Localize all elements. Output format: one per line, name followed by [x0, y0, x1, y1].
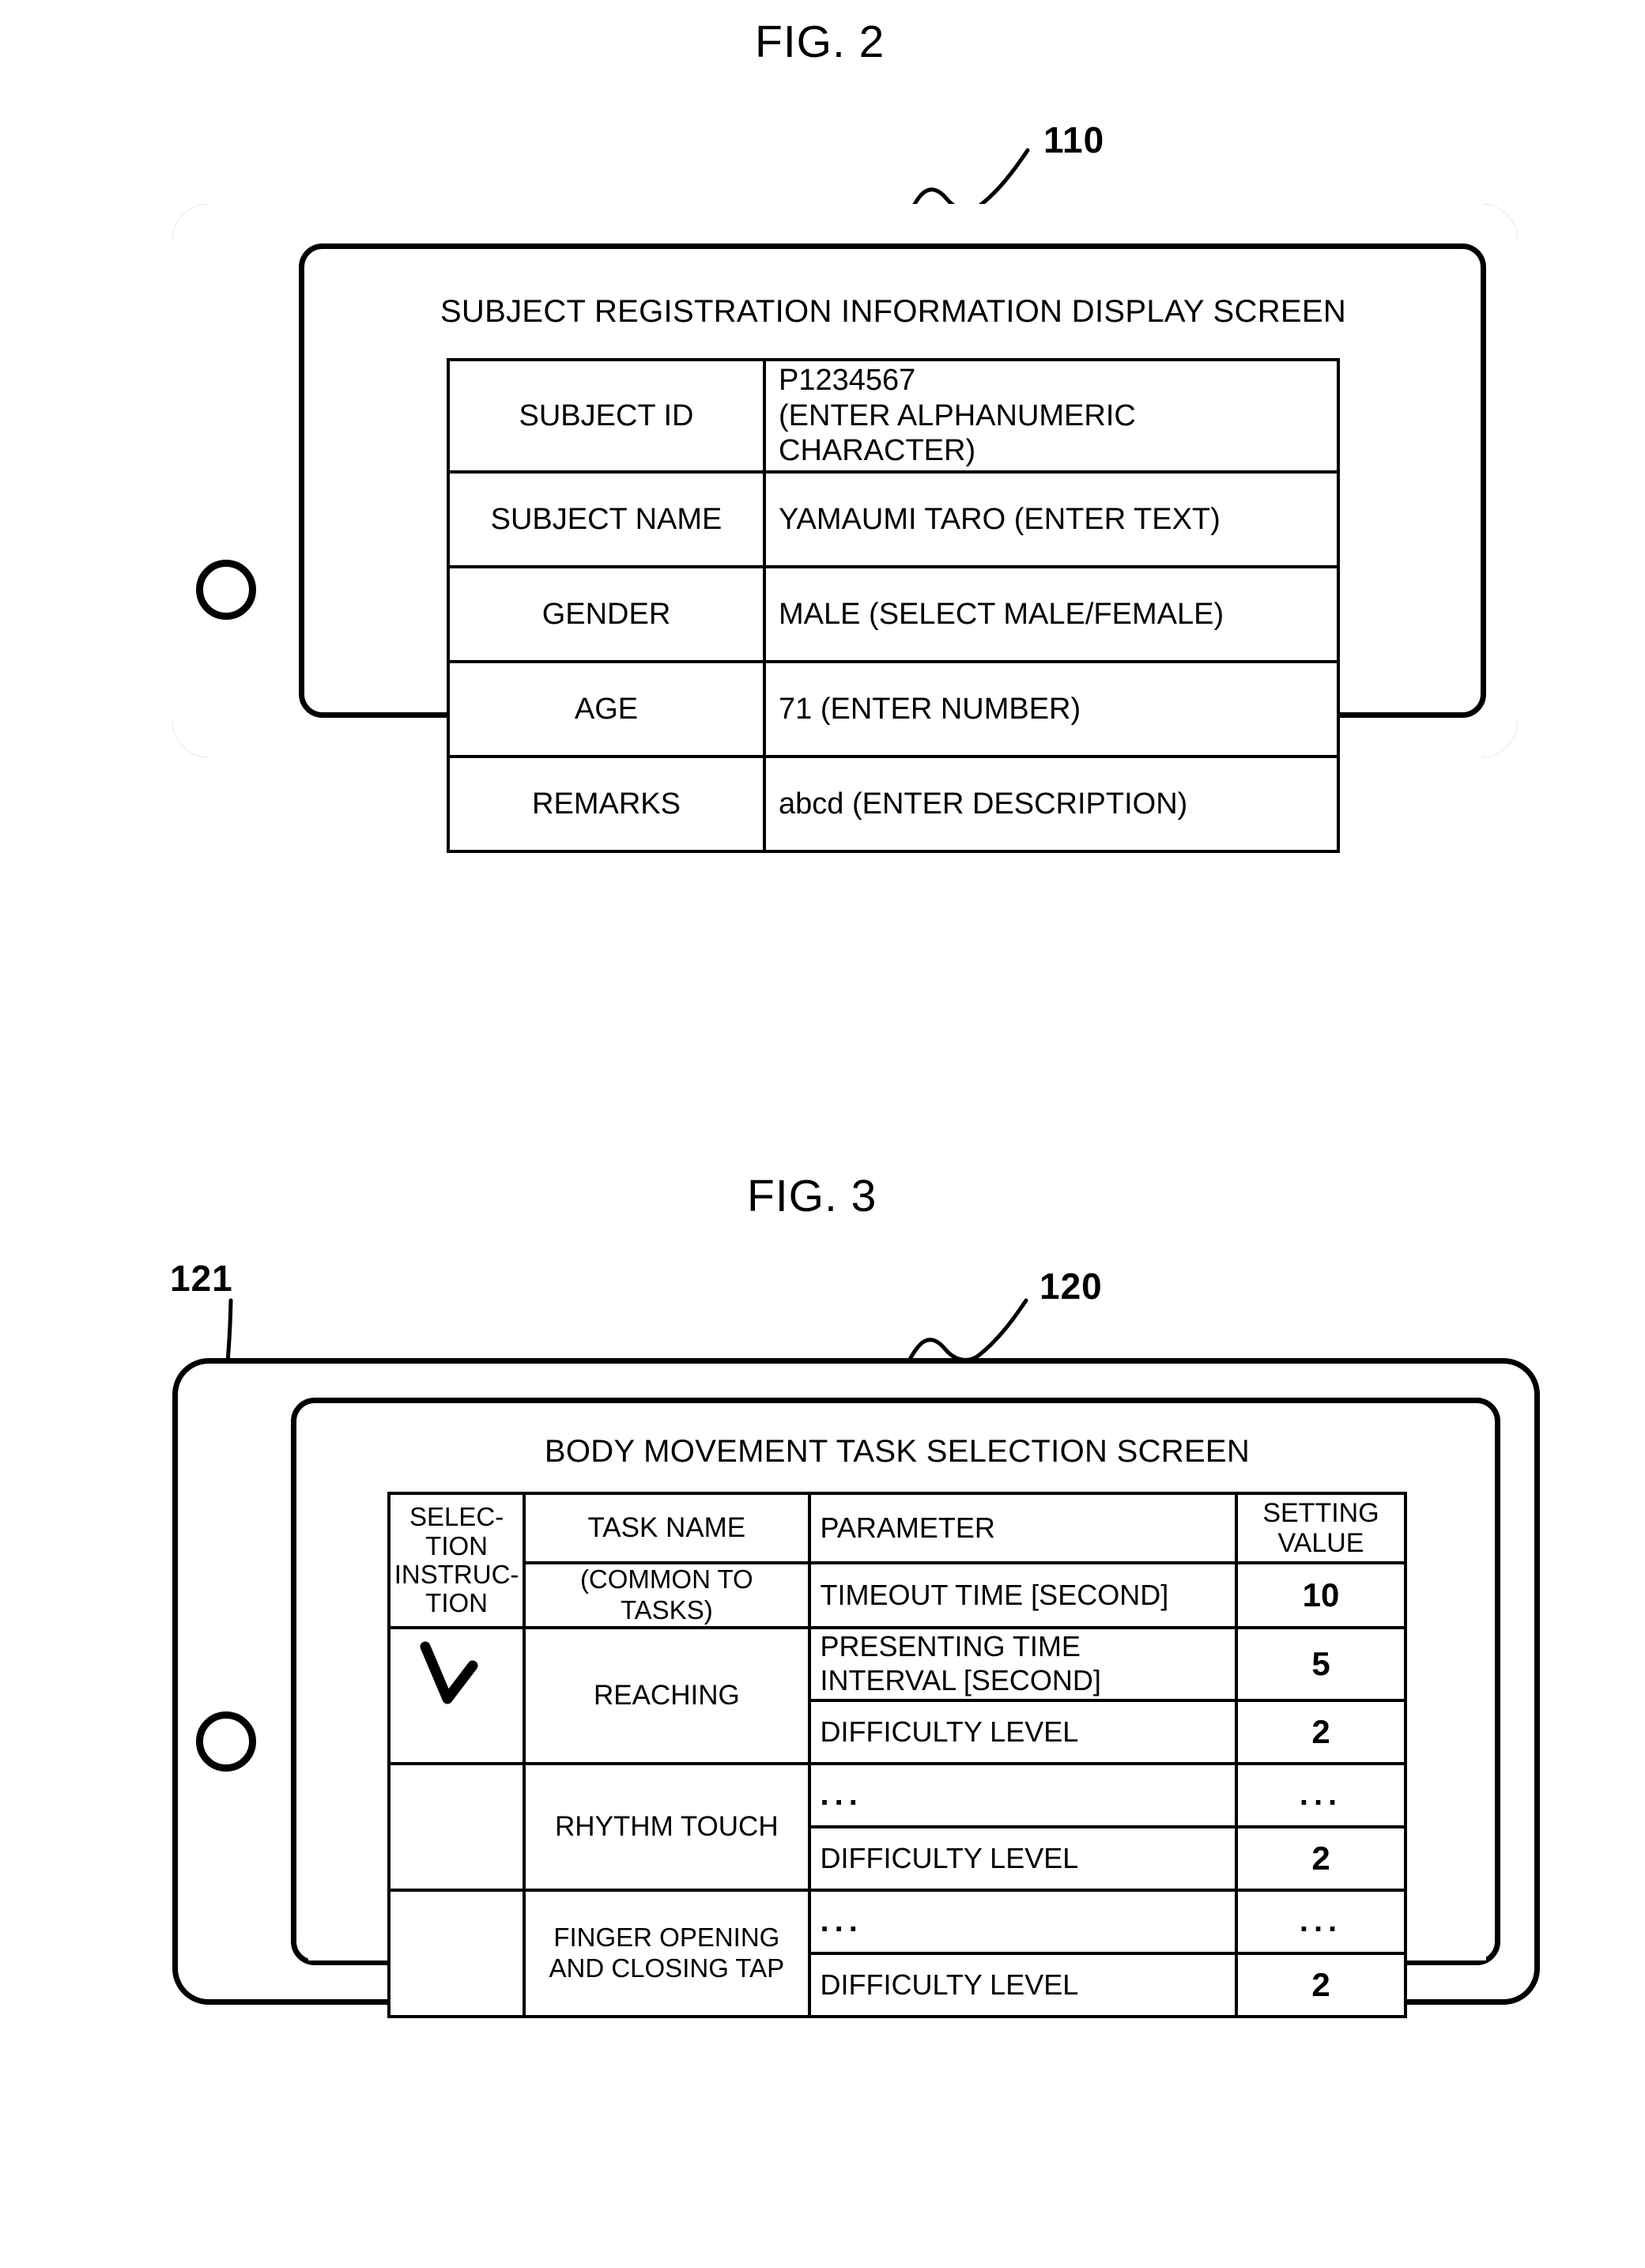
header-selection-line2: TION	[425, 1530, 488, 1560]
row-label-subject-id: SUBJECT ID	[447, 358, 766, 474]
cell-param-difficulty-rhythm[interactable]: DIFFICULTY LEVEL	[807, 1825, 1239, 1892]
cell-param-presenting-interval[interactable]: PRESENTING TIME INTERVAL [SECOND]	[807, 1625, 1239, 1702]
screen-content-fig3: BODY MOVEMENT TASK SELECTION SCREEN SELE…	[308, 1415, 1486, 2018]
selection-checkbox-reaching[interactable]	[387, 1625, 526, 1765]
header-parameter: PARAMETER	[807, 1492, 1239, 1564]
row-value-subject-name[interactable]: YAMAUMI TARO (ENTER TEXT)	[763, 470, 1340, 568]
header-setting-value-line1: SETTING	[1262, 1497, 1379, 1528]
cell-value-difficulty-reaching[interactable]: 2	[1235, 1698, 1407, 1765]
table-row[interactable]: REACHING PRESENTING TIME INTERVAL [SECON…	[387, 1625, 1407, 1765]
table-row[interactable]: AGE 71 (ENTER NUMBER)	[447, 660, 1340, 758]
cell-task-rhythm-touch: RHYTHM TOUCH	[523, 1761, 811, 1892]
table-row[interactable]: REMARKS abcd (ENTER DESCRIPTION)	[447, 755, 1340, 853]
row-value-gender[interactable]: MALE (SELECT MALE/FEMALE)	[763, 565, 1340, 663]
header-task-name: TASK NAME	[523, 1492, 811, 1564]
cell-value-finger-ellipsis[interactable]: ...	[1235, 1888, 1407, 1955]
selection-checkbox-rhythm-touch[interactable]	[387, 1761, 526, 1892]
screen-title-fig2: SUBJECT REGISTRATION INFORMATION DISPLAY…	[440, 294, 1347, 329]
figure-3-label: FIG. 3	[747, 1171, 877, 1221]
row-label-remarks: REMARKS	[447, 755, 766, 853]
task-finger-line1: FINGER OPENING	[553, 1922, 780, 1952]
param-presenting-line1: PRESENTING TIME	[820, 1630, 1081, 1663]
screen-title-fig3: BODY MOVEMENT TASK SELECTION SCREEN	[544, 1434, 1251, 1469]
row-label-subject-name: SUBJECT NAME	[447, 470, 766, 568]
row-value-remarks[interactable]: abcd (ENTER DESCRIPTION)	[763, 755, 1340, 853]
home-button-fig2[interactable]	[196, 560, 256, 620]
param-presenting-line2: INTERVAL [SECOND]	[820, 1663, 1101, 1696]
cell-value-difficulty-rhythm[interactable]: 2	[1235, 1825, 1407, 1892]
cell-value-difficulty-finger[interactable]: 2	[1235, 1951, 1407, 2018]
header-setting-value-line2: VALUE	[1277, 1528, 1364, 1558]
row-value-subject-id[interactable]: P1234567 (ENTER ALPHANUMERIC CHARACTER)	[763, 358, 1340, 474]
cell-param-timeout[interactable]: TIMEOUT TIME [SECOND]	[807, 1561, 1239, 1629]
row-label-age: AGE	[447, 660, 766, 758]
table-header-row: SELEC- TION INSTRUC- TION TASK NAME PARA…	[387, 1492, 1407, 1629]
header-setting-value: SETTING VALUE	[1235, 1492, 1407, 1564]
header-selection-line1: SELEC-	[409, 1502, 504, 1532]
table-row[interactable]: SUBJECT NAME YAMAUMI TARO (ENTER TEXT)	[447, 470, 1340, 568]
task-finger-line2: AND CLOSING TAP	[549, 1953, 785, 1983]
home-button-fig3[interactable]	[196, 1711, 256, 1772]
row-label-gender: GENDER	[447, 565, 766, 663]
subject-id-hint: (ENTER ALPHANUMERIC CHARACTER)	[779, 398, 1136, 468]
row-value-age[interactable]: 71 (ENTER NUMBER)	[763, 660, 1340, 758]
table-row[interactable]: RHYTHM TOUCH ... ...	[387, 1761, 1407, 1892]
subject-id-value: P1234567	[779, 363, 916, 397]
table-row[interactable]: SUBJECT ID P1234567 (ENTER ALPHANUMERIC …	[447, 358, 1340, 474]
cell-param-difficulty-finger[interactable]: DIFFICULTY LEVEL	[807, 1951, 1239, 2018]
cell-value-presenting-interval[interactable]: 5	[1235, 1625, 1407, 1702]
cell-param-difficulty-reaching[interactable]: DIFFICULTY LEVEL	[807, 1698, 1239, 1765]
table-row[interactable]: FINGER OPENING AND CLOSING TAP ... ...	[387, 1888, 1407, 2018]
subject-registration-table: SUBJECT ID P1234567 (ENTER ALPHANUMERIC …	[447, 358, 1340, 853]
reference-numeral-110: 110	[1043, 119, 1105, 160]
table-row[interactable]: GENDER MALE (SELECT MALE/FEMALE)	[447, 565, 1340, 663]
body-movement-task-table: SELEC- TION INSTRUC- TION TASK NAME PARA…	[387, 1492, 1407, 2018]
reference-numeral-120: 120	[1039, 1266, 1103, 1307]
cell-task-finger-tap: FINGER OPENING AND CLOSING TAP	[523, 1888, 811, 2018]
cell-param-finger-ellipsis[interactable]: ...	[807, 1888, 1239, 1955]
header-selection-line3: INSTRUC-	[394, 1559, 519, 1589]
cell-task-reaching: REACHING	[523, 1625, 811, 1765]
header-selection-line4: TION	[425, 1588, 488, 1618]
cell-task-common: (COMMON TO TASKS)	[523, 1561, 811, 1629]
selection-checkbox-finger-tap[interactable]	[387, 1888, 526, 2018]
cell-value-rhythm-ellipsis[interactable]: ...	[1235, 1761, 1407, 1828]
header-selection-instruction: SELEC- TION INSTRUC- TION	[387, 1492, 526, 1629]
reference-numeral-121: 121	[170, 1258, 233, 1299]
figure-2-label: FIG. 2	[755, 17, 885, 67]
cell-param-rhythm-ellipsis[interactable]: ...	[807, 1761, 1239, 1828]
table-row[interactable]: (COMMON TO TASKS) TIMEOUT TIME [SECOND] …	[389, 1561, 1407, 1629]
screen-content-fig2: SUBJECT REGISTRATION INFORMATION DISPLAY…	[316, 261, 1470, 853]
check-icon	[420, 1641, 478, 1704]
cell-value-timeout[interactable]: 10	[1235, 1561, 1407, 1629]
